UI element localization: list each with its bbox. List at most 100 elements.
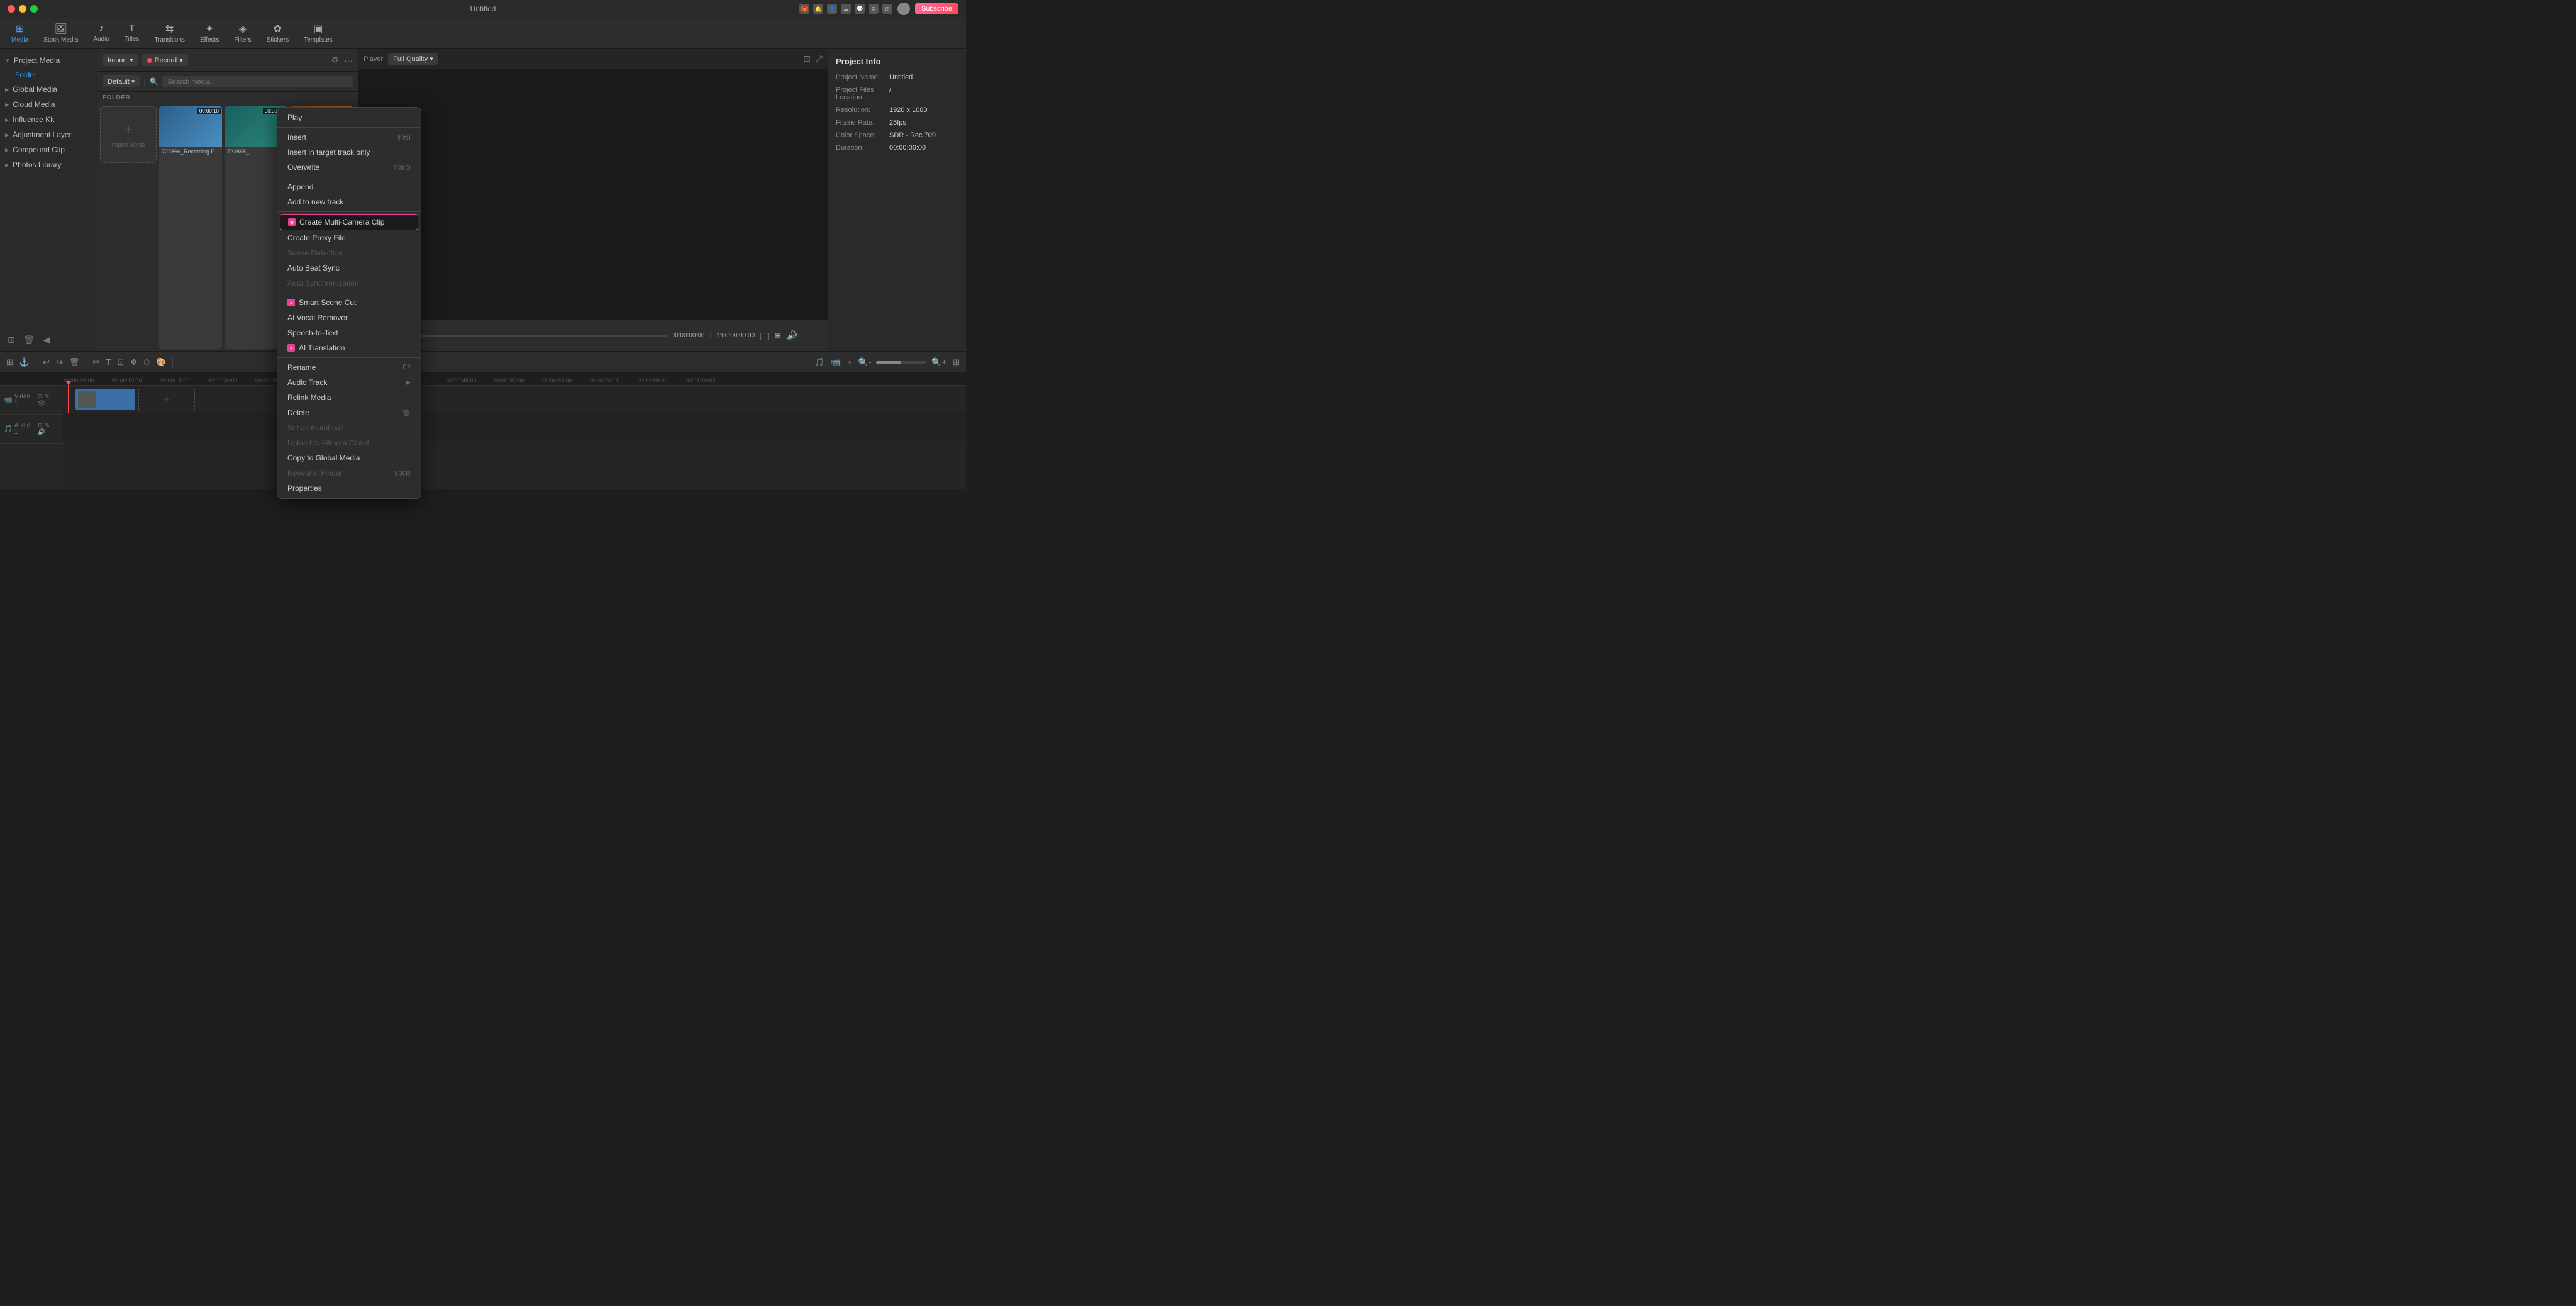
toolbar-media[interactable]: ⊞ Media — [5, 20, 35, 46]
sidebar-item-influence-kit[interactable]: ▶ Influence Kit — [0, 112, 97, 127]
undo-icon[interactable]: ↩ — [42, 356, 51, 369]
pan-icon[interactable]: ✥ — [129, 356, 138, 369]
toolbar-stickers[interactable]: ✿ Stickers — [260, 20, 296, 46]
close-button[interactable] — [8, 5, 15, 13]
record-button[interactable]: Record ▾ — [142, 54, 188, 66]
color-icon[interactable]: 🎨 — [155, 356, 167, 369]
ctx-append[interactable]: Append — [277, 179, 421, 194]
track-controls-audio[interactable]: ⊕ ✎ 🔊 — [37, 422, 59, 436]
ctx-properties[interactable]: Properties — [277, 481, 421, 496]
avatar[interactable] — [897, 3, 910, 15]
text-icon[interactable]: T — [104, 356, 112, 368]
video-clip[interactable]: ... — [75, 389, 135, 410]
gift-icon[interactable]: 🎁 — [799, 4, 809, 14]
quality-button[interactable]: Full Quality ▾ — [388, 53, 438, 65]
sidebar-item-compound-clip[interactable]: ▶ Compound Clip — [0, 142, 97, 157]
redo-icon[interactable]: ↪ — [55, 356, 64, 369]
ctx-auto-beat[interactable]: Auto Beat Sync — [277, 260, 421, 276]
account-icon[interactable]: 👤 — [827, 4, 837, 14]
arrow-icon-6: ▶ — [5, 147, 9, 153]
search-input[interactable] — [162, 76, 353, 87]
zoom-in-icon[interactable]: 🔍+ — [930, 356, 948, 369]
collapse-sidebar-icon[interactable]: ◀ — [40, 333, 53, 346]
ctx-speech-text[interactable]: Speech-to-Text — [277, 325, 421, 340]
drop-zone[interactable]: + — [138, 389, 195, 410]
add-video-icon[interactable]: 📹 — [830, 356, 842, 369]
sidebar-item-photos-library[interactable]: ▶ Photos Library — [0, 157, 97, 172]
volume-slider[interactable]: —— — [802, 331, 820, 341]
notifications-icon[interactable]: 🔔 — [813, 4, 823, 14]
media-icon: ⊞ — [16, 23, 24, 35]
ruler-tick-11: 00:01:00:00 — [589, 377, 636, 384]
speed-icon[interactable]: ⏱ — [142, 356, 151, 369]
ctx-create-proxy[interactable]: Create Proxy File — [277, 230, 421, 245]
grid-view-icon[interactable]: ⊞ — [952, 356, 961, 369]
in-point-icon[interactable]: [ — [760, 332, 762, 340]
info-label-resolution: Resolution: — [836, 106, 889, 114]
sidebar-item-global-media[interactable]: ▶ Global Media — [0, 82, 97, 97]
message-icon[interactable]: 💬 — [855, 4, 865, 14]
audio1-label: Audio 1 — [14, 422, 36, 436]
track-controls-video[interactable]: ⊕ ✎ 👁 — [37, 393, 59, 407]
toolbar-stock-media[interactable]: 🖼 Stock Media — [37, 20, 84, 46]
ctx-add-new-track[interactable]: Add to new track — [277, 194, 421, 209]
ctx-delete[interactable]: Delete 🗑 — [277, 405, 421, 420]
sidebar: ▼ Project Media Folder ▶ Global Media ▶ … — [0, 49, 97, 351]
ctx-play-label: Play — [287, 113, 302, 122]
settings-icon[interactable]: ⚙ — [869, 4, 879, 14]
fullscreen-icon[interactable]: ⤢ — [816, 53, 823, 64]
delete-folder-icon[interactable]: 🗑 — [23, 333, 35, 346]
ctx-ai-translation[interactable]: ● AI Translation — [277, 340, 421, 355]
ctx-overwrite[interactable]: Overwrite ⇧⌘O — [277, 160, 421, 175]
progress-bar[interactable] — [419, 335, 666, 337]
out-point-icon[interactable]: ] — [767, 332, 769, 340]
cut-icon[interactable]: ✂ — [91, 356, 101, 369]
toolbar-titles[interactable]: T Titles — [118, 21, 146, 45]
add-track-icon[interactable]: + — [846, 356, 853, 368]
ctx-create-multicam[interactable]: ● Create Multi-Camera Clip — [280, 214, 418, 230]
new-folder-icon[interactable]: ⊞ — [5, 333, 18, 346]
playhead-triangle — [65, 381, 72, 386]
minimize-button[interactable] — [19, 5, 26, 13]
cloud-icon[interactable]: ☁ — [841, 4, 851, 14]
default-view-button[interactable]: Default ▾ — [103, 75, 140, 87]
sidebar-item-project-media[interactable]: ▼ Project Media — [0, 53, 97, 68]
ctx-copy-global[interactable]: Copy to Global Media — [277, 450, 421, 466]
ctx-insert-target[interactable]: Insert in target track only — [277, 145, 421, 160]
audio-icon[interactable]: 🔊 — [787, 330, 797, 341]
grid-icon[interactable]: ⊞ — [882, 4, 892, 14]
toolbar-filters[interactable]: ◈ Filters — [228, 20, 257, 46]
crop-tl-icon[interactable]: ⊡ — [116, 356, 125, 369]
sidebar-item-folder[interactable]: Folder — [0, 68, 97, 82]
ctx-audio-track[interactable]: Audio Track ▶ — [277, 375, 421, 390]
toolbar-audio[interactable]: ♪ Audio — [87, 21, 116, 45]
ctx-rename[interactable]: Rename F2 — [277, 360, 421, 375]
ctx-ai-vocal[interactable]: AI Vocal Remover — [277, 310, 421, 325]
add-audio-icon[interactable]: 🎵 — [813, 356, 826, 369]
ctx-smart-scene[interactable]: ● Smart Scene Cut — [277, 295, 421, 310]
toolbar-transitions[interactable]: ⇆ Transitions — [148, 20, 191, 46]
record-label: Record — [155, 57, 177, 64]
sidebar-item-cloud-media[interactable]: ▶ Cloud Media — [0, 97, 97, 112]
ctx-play[interactable]: Play — [277, 110, 421, 125]
stickers-icon: ✿ — [274, 23, 282, 35]
import-media-placeholder[interactable]: + Import Media — [100, 106, 157, 163]
maximize-button[interactable] — [30, 5, 38, 13]
ctx-insert[interactable]: Insert ⇧⌘I — [277, 130, 421, 145]
filter-icon[interactable]: ⚙ — [331, 55, 339, 65]
delete-icon[interactable]: 🗑 — [68, 356, 81, 369]
ctx-relink[interactable]: Relink Media — [277, 390, 421, 405]
zoom-out-icon[interactable]: 🔍- — [857, 356, 873, 369]
crop-icon[interactable]: ⊡ — [803, 53, 811, 64]
import-button[interactable]: Import ▾ — [103, 54, 138, 66]
link-icon[interactable]: ⚓ — [18, 356, 31, 369]
media-thumb-0[interactable]: 00:00:10 722866_Recording P... — [159, 106, 222, 349]
info-label-colorspace: Color Space: — [836, 131, 889, 139]
toolbar-templates[interactable]: ▣ Templates — [297, 20, 339, 46]
subscribe-button[interactable]: Subscribe — [915, 3, 958, 14]
toolbar-effects[interactable]: ✦ Effects — [194, 20, 225, 46]
sidebar-item-adjustment-layer[interactable]: ▶ Adjustment Layer — [0, 127, 97, 142]
snap-icon[interactable]: ⊞ — [5, 356, 14, 369]
more-options-icon[interactable]: ··· — [344, 55, 353, 65]
add-to-timeline-icon[interactable]: ⊕ — [774, 330, 782, 341]
